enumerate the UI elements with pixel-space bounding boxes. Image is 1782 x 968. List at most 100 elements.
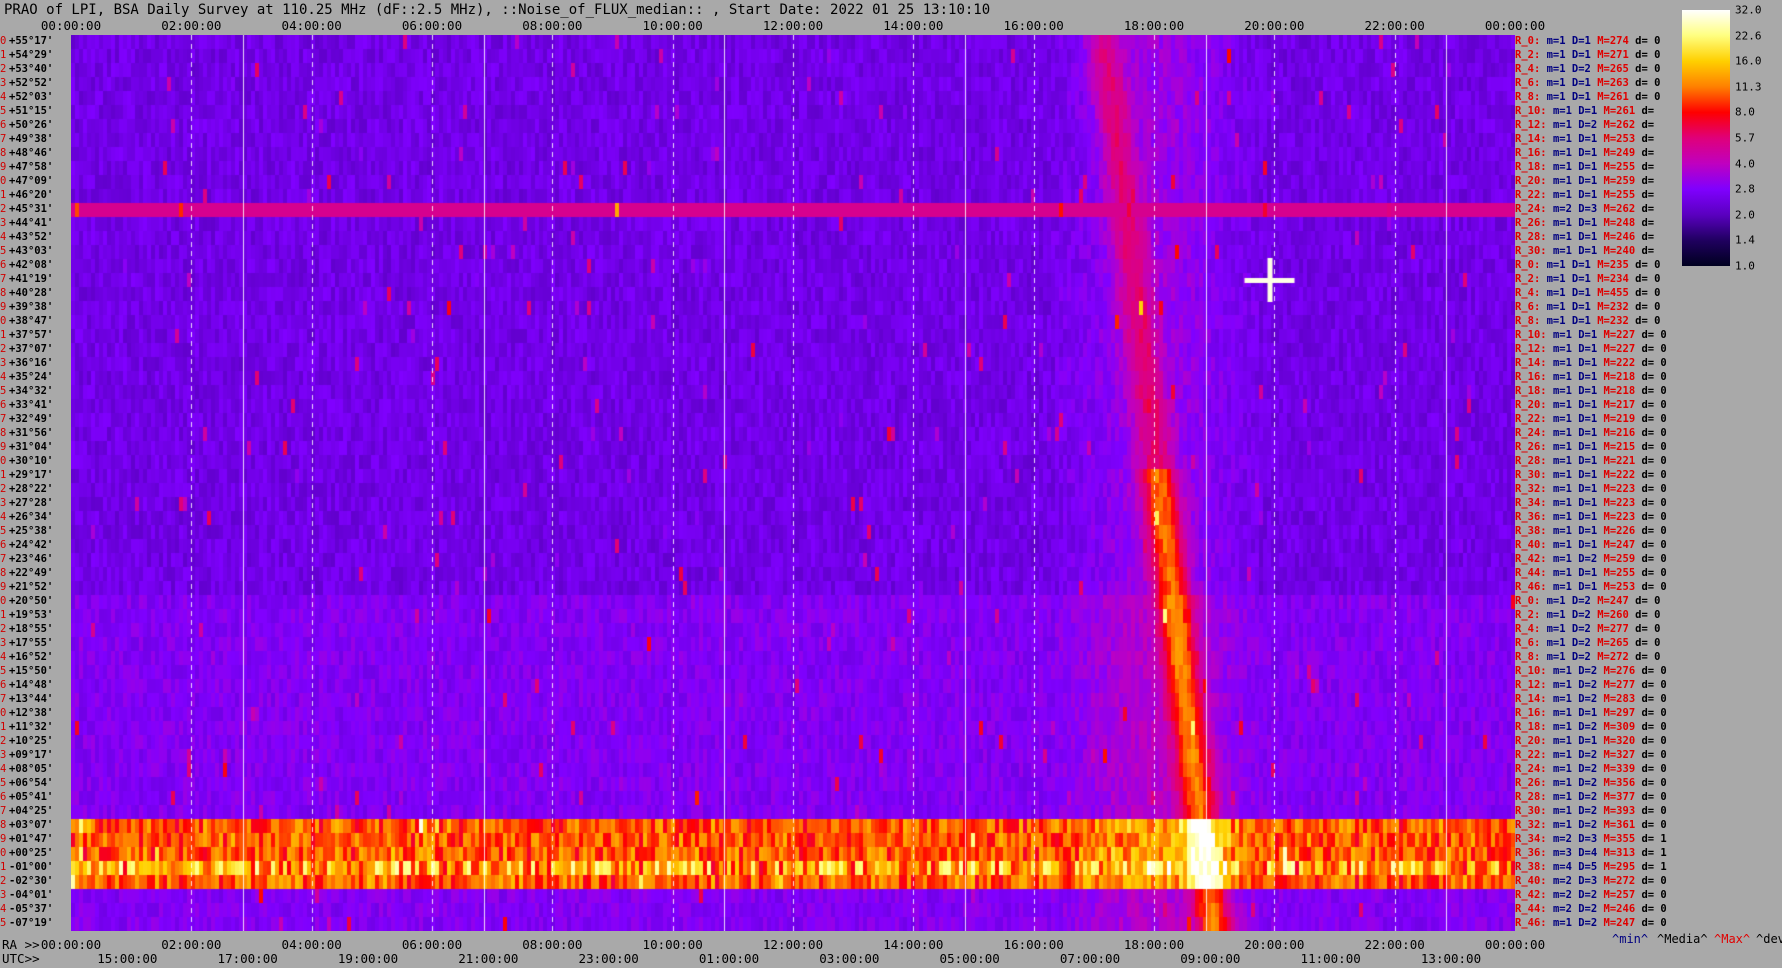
top-tick-label: 02:00:00	[161, 18, 222, 33]
top-tick-label: 00:00:00	[40, 18, 102, 33]
utc-tick-label: 01:00:00	[698, 951, 760, 966]
row-stat: R_24: m=1 D=1 M=216 d= 0	[1515, 427, 1667, 439]
top-tick-label: 06:00:00	[401, 18, 463, 33]
declination-label: 3 -04°01'	[0, 889, 54, 901]
utc-tick-label: 11:00:00	[1300, 951, 1361, 966]
declination-label: 4 +43°52'	[0, 231, 54, 243]
declination-label: 6 +33°41'	[0, 399, 54, 411]
row-stat: R_16: m=1 D=1 M=218 d= 0	[1515, 371, 1667, 383]
row-stat: R_34: m=1 D=1 M=223 d= 0	[1515, 497, 1667, 509]
declination-label: 9 +31°04'	[0, 441, 54, 453]
declination-label: 0 +12°38'	[0, 707, 54, 719]
declination-label: 9 +21°52'	[0, 581, 54, 593]
colorbar-tick-label: 2.8	[1735, 182, 1755, 196]
row-stat: R_24: m=1 D=2 M=339 d= 0	[1515, 763, 1667, 775]
declination-label: 6 +05°41'	[0, 791, 54, 803]
row-stat: R_20: m=1 D=1 M=259 d=	[1515, 175, 1655, 187]
row-stat: R_44: m=2 D=2 M=246 d= 0	[1515, 903, 1667, 915]
declination-label: 2 +10°25'	[0, 735, 54, 747]
legend-devia: ^devia	[1756, 932, 1782, 946]
row-stat: R_36: m=3 D=4 M=313 d= 1	[1515, 847, 1667, 859]
declination-label: 9 +01°47'	[0, 833, 54, 845]
declination-label: 3 +44°41'	[0, 217, 54, 229]
row-stat: R_6: m=1 D=2 M=265 d= 0	[1515, 637, 1661, 649]
top-tick-label: 22:00:00	[1364, 18, 1425, 33]
ra-tick-label: 16:00:00	[1003, 937, 1064, 952]
legend-median: ^Media^	[1657, 932, 1708, 946]
ra-tick-label: 00:00:00	[40, 937, 102, 952]
row-stat: R_0: m=1 D=1 M=235 d= 0	[1515, 259, 1661, 271]
declination-label: 4 +52°03'	[0, 91, 54, 103]
declination-label: 6 +50°26'	[0, 119, 54, 131]
row-stat: R_30: m=1 D=1 M=240 d=	[1515, 245, 1655, 257]
declination-label: 3 +27°28'	[0, 497, 54, 509]
declination-label: 4 -05°37'	[0, 903, 54, 915]
colorbar-tick-label: 2.0	[1735, 208, 1755, 222]
row-stat: R_24: m=2 D=3 M=262 d=	[1515, 203, 1655, 215]
declination-label: 6 +14°48'	[0, 679, 54, 691]
declination-label: 5 +25°38'	[0, 525, 54, 537]
declination-label: 0 +55°17'	[0, 35, 54, 47]
declination-label: 7 +41°19'	[0, 273, 54, 285]
colorbar-tick-label: 5.7	[1735, 131, 1755, 145]
row-stat: R_10: m=1 D=1 M=261 d=	[1515, 105, 1655, 117]
row-stat: R_14: m=1 D=1 M=253 d=	[1515, 133, 1655, 145]
top-tick-label: 00:00:00	[1484, 18, 1546, 33]
declination-label: 1 +11°32'	[0, 721, 54, 733]
row-stat: R_44: m=1 D=1 M=255 d= 0	[1515, 567, 1667, 579]
row-stat: R_6: m=1 D=1 M=263 d= 0	[1515, 77, 1661, 89]
row-stat: R_4: m=1 D=1 M=455 d= 0	[1515, 287, 1661, 299]
ra-tick-label: 10:00:00	[642, 937, 703, 952]
declination-label: 5 +43°03'	[0, 245, 54, 257]
utc-tick-label: 03:00:00	[819, 951, 880, 966]
declination-label: 3 +36°16'	[0, 357, 54, 369]
utc-tick-label: 17:00:00	[217, 951, 278, 966]
row-stat: R_42: m=2 D=2 M=257 d= 0	[1515, 889, 1667, 901]
row-stat: R_22: m=1 D=1 M=255 d=	[1515, 189, 1655, 201]
colorbar-tick-label: 22.6	[1735, 29, 1762, 43]
ra-tick-label: 22:00:00	[1364, 937, 1425, 952]
row-stat: R_12: m=1 D=1 M=227 d= 0	[1515, 343, 1667, 355]
utc-tick-label: 13:00:00	[1420, 951, 1482, 966]
declination-label: 5 -07°19'	[0, 917, 54, 929]
utc-tick-label: 19:00:00	[337, 951, 399, 966]
row-stat: R_28: m=1 D=2 M=377 d= 0	[1515, 791, 1667, 803]
row-stat: R_20: m=1 D=1 M=320 d= 0	[1515, 735, 1667, 747]
row-stat: R_18: m=1 D=2 M=309 d= 0	[1515, 721, 1667, 733]
row-stat: R_4: m=1 D=2 M=277 d= 0	[1515, 623, 1661, 635]
legend-max: ^Max^	[1714, 932, 1751, 946]
declination-label: 4 +08°05'	[0, 763, 54, 775]
utc-tick-label: 09:00:00	[1180, 951, 1241, 966]
ra-axis-label: RA >>	[2, 937, 40, 952]
row-stat: R_8: m=1 D=2 M=272 d= 0	[1515, 651, 1661, 663]
heatmap-plot	[71, 35, 1515, 931]
legend-min: ^min^	[1612, 932, 1649, 946]
top-tick-label: 04:00:00	[281, 18, 342, 33]
row-stat: R_46: m=1 D=1 M=253 d= 0	[1515, 581, 1667, 593]
declination-label: 1 +54°29'	[0, 49, 54, 61]
row-stat: R_26: m=1 D=1 M=248 d=	[1515, 217, 1655, 229]
row-stat: R_28: m=1 D=1 M=246 d=	[1515, 231, 1655, 243]
declination-label: 5 +06°54'	[0, 777, 54, 789]
declination-label: 5 +51°15'	[0, 105, 54, 117]
row-stat: R_42: m=1 D=2 M=259 d= 0	[1515, 553, 1667, 565]
utc-tick-label: 21:00:00	[458, 951, 519, 966]
row-stat: R_0: m=1 D=2 M=247 d= 0	[1515, 595, 1661, 607]
top-tick-label: 20:00:00	[1244, 18, 1305, 33]
top-tick-label: 14:00:00	[883, 18, 944, 33]
declination-label: 2 -02°30'	[0, 875, 54, 887]
declination-label: 2 +45°31'	[0, 203, 54, 215]
declination-label: 3 +09°17'	[0, 749, 54, 761]
colorbar-tick-label: 4.0	[1735, 157, 1755, 171]
row-stat: R_14: m=1 D=1 M=222 d= 0	[1515, 357, 1667, 369]
row-stat: R_30: m=1 D=2 M=393 d= 0	[1515, 805, 1667, 817]
declination-label: 3 +17°55'	[0, 637, 54, 649]
row-stat: R_12: m=1 D=2 M=262 d=	[1515, 119, 1655, 131]
top-tick-label: 10:00:00	[642, 18, 703, 33]
declination-label: 8 +03°07'	[0, 819, 54, 831]
row-stat: R_46: m=1 D=2 M=247 d= 0	[1515, 917, 1667, 929]
declination-label: 0 +38°47'	[0, 315, 54, 327]
colorbar-tick-label: 8.0	[1735, 105, 1755, 119]
declination-label: 1 +29°17'	[0, 469, 54, 481]
ra-tick-label: 20:00:00	[1244, 937, 1305, 952]
